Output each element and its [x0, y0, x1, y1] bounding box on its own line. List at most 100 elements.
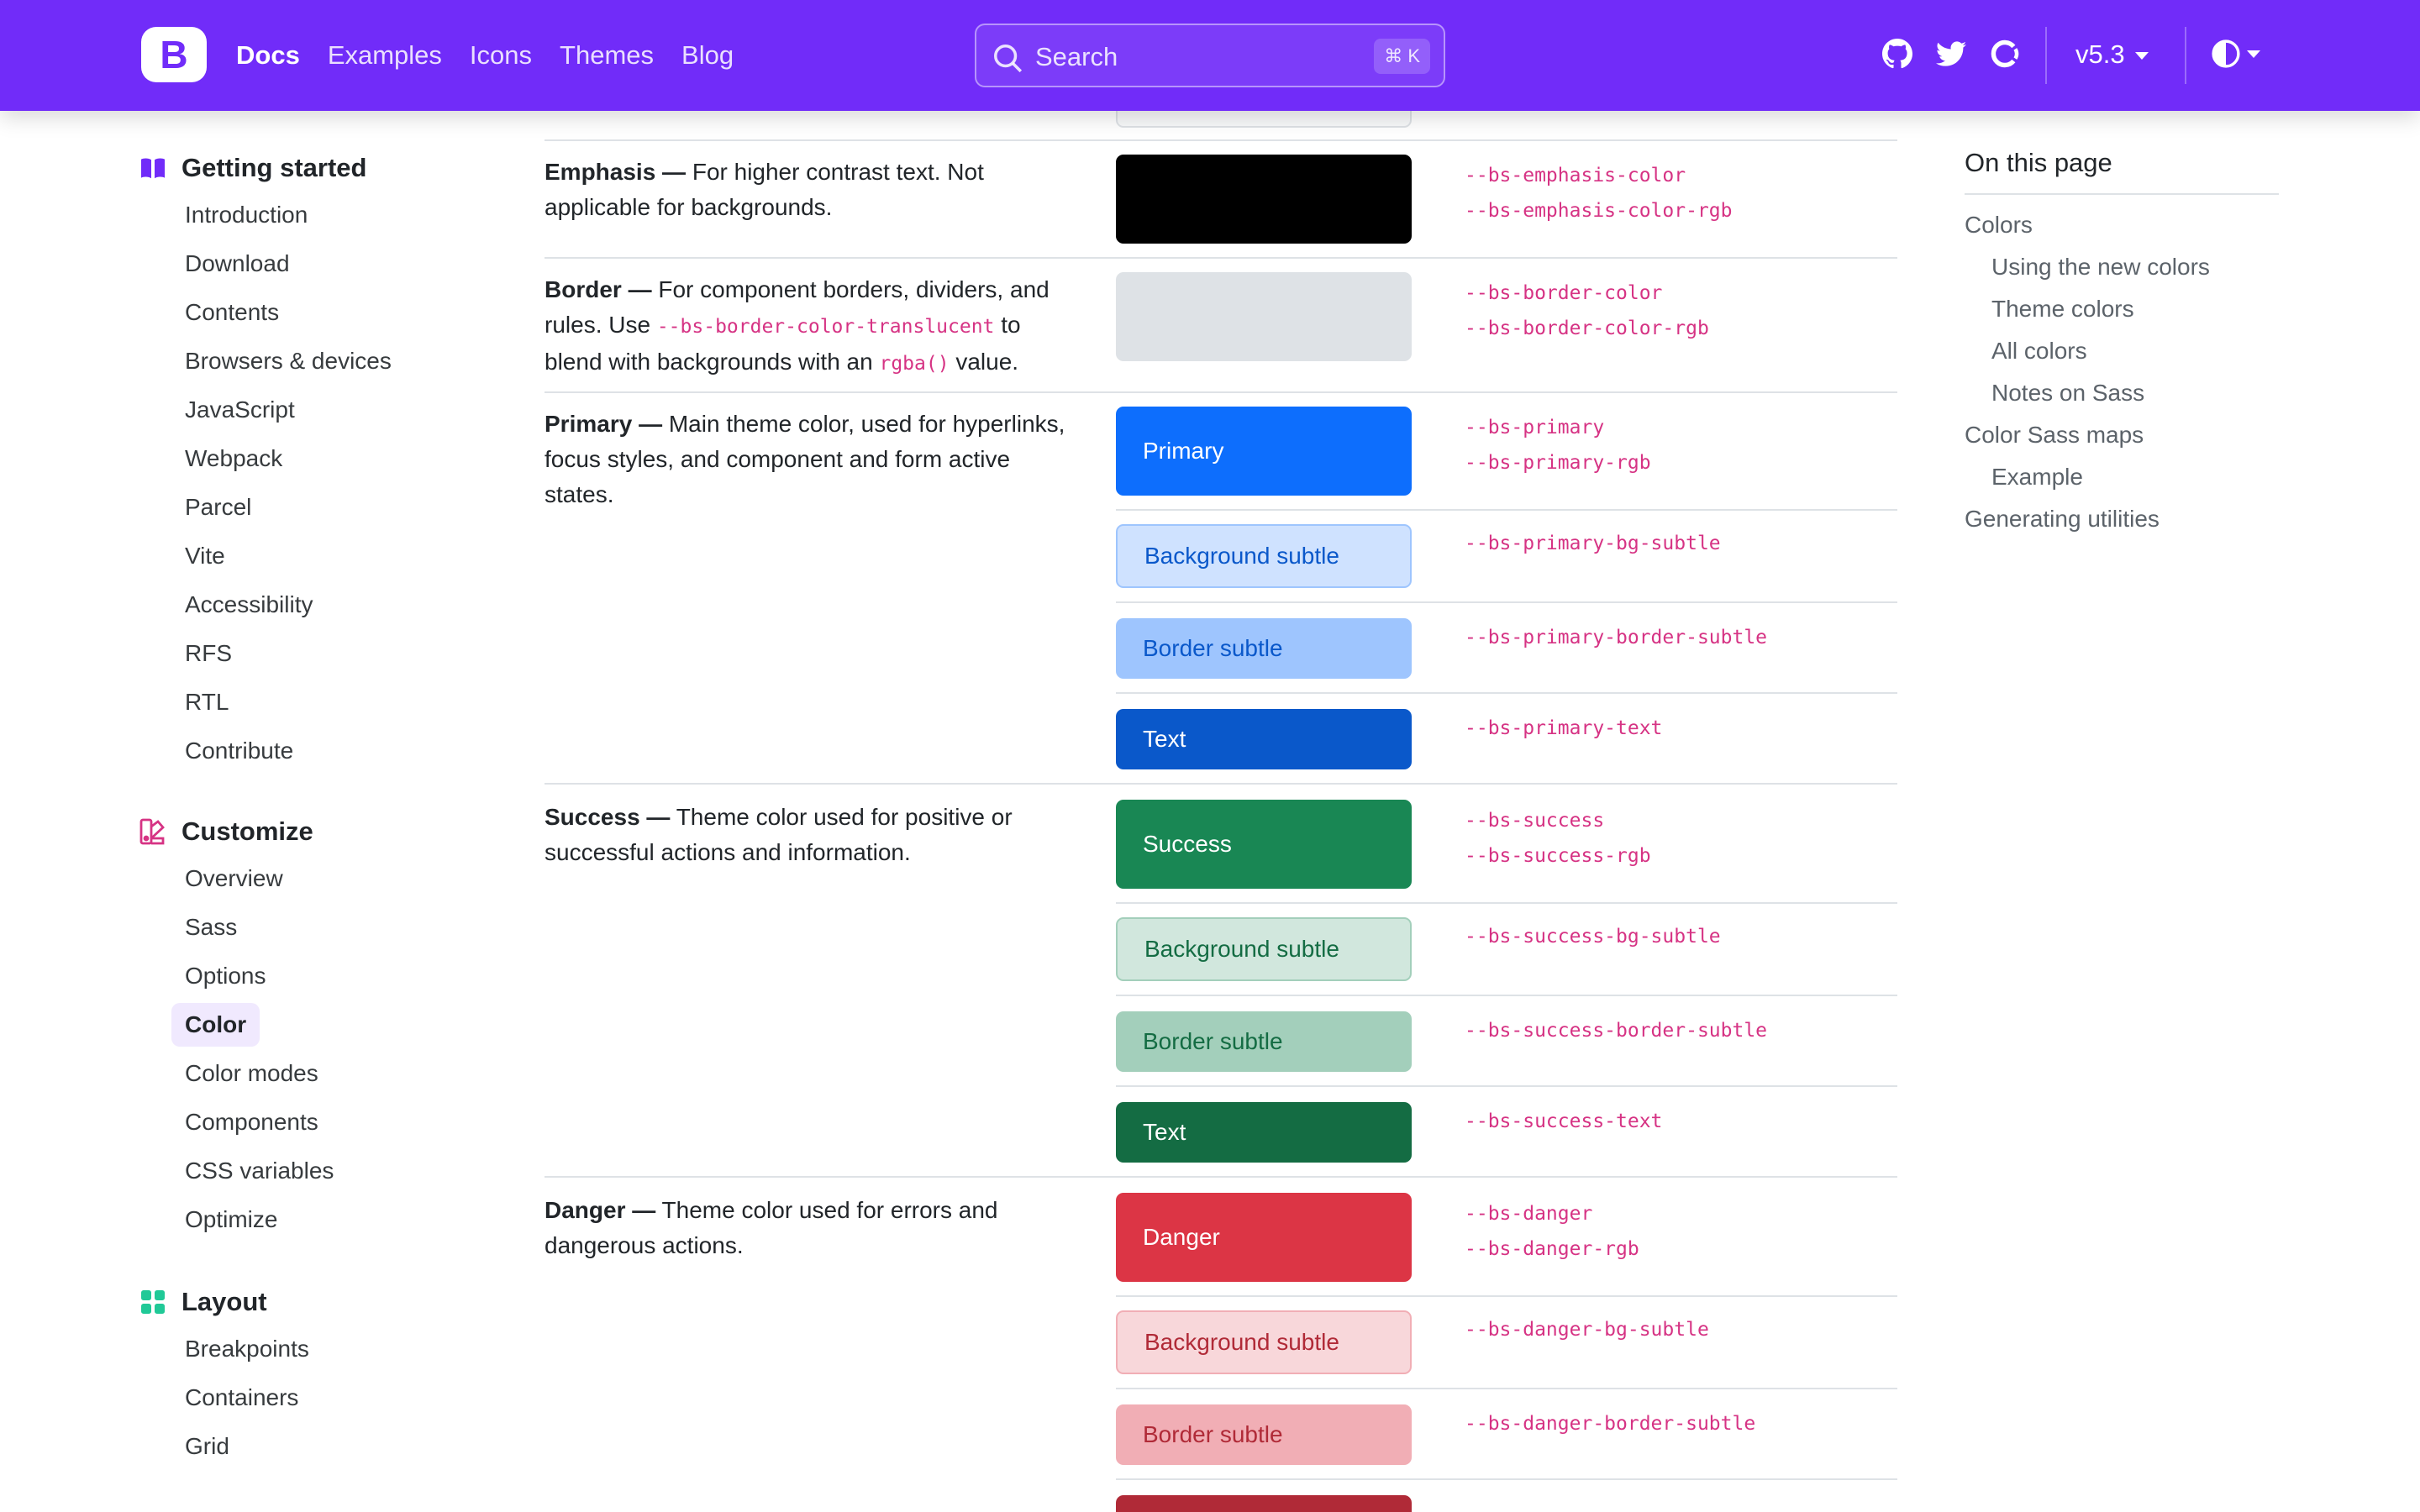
css-variable: --bs-primary-text	[1465, 717, 1663, 739]
theme-toggle-button[interactable]	[2212, 39, 2260, 69]
toc-link-all-colors[interactable]: All colors	[1991, 338, 2087, 365]
color-swatch-danger-text	[1116, 1495, 1412, 1512]
css-variable: --bs-danger	[1465, 1203, 1593, 1225]
css-variable: --bs-border-color	[1465, 282, 1663, 304]
table-divider	[1116, 995, 1897, 996]
toc-title: On this page	[1965, 148, 2112, 177]
success-title: Success —	[544, 804, 671, 830]
color-table: Emphasis — For higher contrast text. Not…	[544, 111, 1897, 1512]
color-swatch-primary-text: Text	[1116, 709, 1412, 769]
sidebar-item-accessibility[interactable]: Accessibility	[185, 591, 313, 618]
color-swatch-emphasis	[1116, 155, 1412, 244]
color-swatch-success-text: Text	[1116, 1102, 1412, 1163]
opencollective-icon[interactable]	[1990, 39, 2020, 69]
color-swatch-success-border-subtle: Border subtle	[1116, 1011, 1412, 1072]
code-snippet: rgba()	[879, 353, 950, 375]
sidebar-item-parcel[interactable]: Parcel	[185, 494, 251, 521]
danger-description: Danger — Theme color used for errors and…	[544, 1193, 1082, 1263]
sidebar-item-grid[interactable]: Grid	[185, 1433, 229, 1460]
color-swatch-danger: Danger	[1116, 1193, 1412, 1282]
nav-link-examples[interactable]: Examples	[328, 40, 442, 71]
sidebar-item-download[interactable]: Download	[185, 250, 290, 277]
twitter-icon[interactable]	[1936, 39, 1966, 69]
table-divider	[544, 139, 1897, 141]
sidebar-group-layout[interactable]: Layout	[182, 1287, 267, 1317]
emphasis-title: Emphasis —	[544, 159, 687, 185]
nav-divider	[2185, 27, 2186, 84]
nav-link-icons[interactable]: Icons	[470, 40, 532, 71]
sidebar-group-getting-started[interactable]: Getting started	[182, 153, 366, 183]
palette-icon	[139, 818, 165, 845]
toc-link-color-sass-maps[interactable]: Color Sass maps	[1965, 422, 2144, 449]
css-variable: --bs-primary-rgb	[1465, 452, 1651, 474]
toc-link-colors[interactable]: Colors	[1965, 212, 2033, 239]
sidebar-group-customize[interactable]: Customize	[182, 816, 313, 847]
sidebar-item-contents[interactable]: Contents	[185, 299, 279, 326]
chevron-down-icon	[2247, 50, 2260, 58]
primary-title: Primary —	[544, 411, 663, 437]
css-variable: --bs-success-bg-subtle	[1465, 926, 1721, 948]
color-swatch-success-bg-subtle: Background subtle	[1116, 917, 1412, 981]
color-swatch-primary: Primary	[1116, 407, 1412, 496]
nav-link-docs[interactable]: Docs	[236, 40, 300, 71]
bootstrap-logo[interactable]: B	[141, 27, 207, 82]
github-icon[interactable]	[1882, 39, 1912, 69]
toc-link-notes-on-sass[interactable]: Notes on Sass	[1991, 380, 2144, 407]
theme-toggle-icon	[2212, 39, 2240, 68]
color-swatch-border	[1116, 272, 1412, 361]
css-variable: --bs-primary-border-subtle	[1465, 627, 1768, 648]
search-placeholder: Search	[1035, 42, 1118, 71]
sidebar-item-breakpoints[interactable]: Breakpoints	[185, 1336, 309, 1362]
table-divider	[1116, 1478, 1897, 1480]
table-divider	[1116, 1295, 1897, 1297]
sidebar-item-css-variables[interactable]: CSS variables	[185, 1158, 334, 1184]
border-description: Border — For component borders, dividers…	[544, 272, 1082, 381]
sidebar-item-sass[interactable]: Sass	[185, 914, 237, 941]
sidebar-item-optimize[interactable]: Optimize	[185, 1206, 277, 1233]
css-variable: --bs-border-color-rgb	[1465, 318, 1709, 339]
table-divider	[1116, 1085, 1897, 1087]
table-divider	[544, 783, 1897, 785]
toc-link-using-the-new-colors[interactable]: Using the new colors	[1991, 254, 2210, 281]
version-dropdown[interactable]: v5.3	[2075, 39, 2149, 70]
toc-link-generating-utilities[interactable]: Generating utilities	[1965, 506, 2160, 533]
color-swatch-danger-bg-subtle: Background subtle	[1116, 1310, 1412, 1374]
color-swatch-success: Success	[1116, 800, 1412, 889]
search-button[interactable]: Search ⌘ K	[975, 24, 1445, 87]
sidebar-item-overview[interactable]: Overview	[185, 865, 283, 892]
nav-link-blog[interactable]: Blog	[681, 40, 734, 71]
book-icon	[141, 158, 165, 179]
toc-link-example[interactable]: Example	[1991, 464, 2083, 491]
css-variable: --bs-success-border-subtle	[1465, 1020, 1768, 1042]
sidebar-item-webpack[interactable]: Webpack	[185, 445, 282, 472]
sidebar-item-browsers-devices[interactable]: Browsers & devices	[185, 348, 392, 375]
toc-link-theme-colors[interactable]: Theme colors	[1991, 296, 2134, 323]
table-divider	[544, 391, 1897, 393]
nav-link-themes[interactable]: Themes	[560, 40, 654, 71]
border-title: Border —	[544, 276, 652, 302]
sidebar-item-rfs[interactable]: RFS	[185, 640, 232, 667]
sidebar-item-options[interactable]: Options	[185, 963, 266, 990]
css-variable: --bs-danger-rgb	[1465, 1238, 1639, 1260]
emphasis-description: Emphasis — For higher contrast text. Not…	[544, 155, 1082, 225]
sidebar-item-containers[interactable]: Containers	[185, 1384, 298, 1411]
css-variable: --bs-danger-bg-subtle	[1465, 1319, 1709, 1341]
success-description: Success — Theme color used for positive …	[544, 800, 1082, 870]
sidebar-item-introduction[interactable]: Introduction	[185, 202, 308, 228]
table-divider	[1116, 601, 1897, 603]
css-variable: --bs-emphasis-color	[1465, 165, 1686, 186]
css-variable: --bs-danger-border-subtle	[1465, 1413, 1756, 1435]
sidebar-item-color-modes[interactable]: Color modes	[185, 1060, 318, 1087]
sidebar-item-components[interactable]: Components	[185, 1109, 318, 1136]
code-snippet: --bs-border-color-translucent	[656, 316, 995, 338]
sidebar-item-javascript[interactable]: JavaScript	[185, 396, 295, 423]
sidebar-item-contribute[interactable]: Contribute	[185, 738, 293, 764]
sidebar-item-rtl[interactable]: RTL	[185, 689, 229, 716]
css-variable: --bs-success	[1465, 810, 1605, 832]
version-label: v5.3	[2075, 39, 2125, 69]
sidebar-item-vite[interactable]: Vite	[185, 543, 225, 570]
primary-description: Primary — Main theme color, used for hyp…	[544, 407, 1082, 512]
sidebar-item-color[interactable]: Color	[171, 1003, 260, 1047]
grid-icon	[141, 1290, 165, 1314]
border-text-after: value.	[955, 349, 1019, 375]
